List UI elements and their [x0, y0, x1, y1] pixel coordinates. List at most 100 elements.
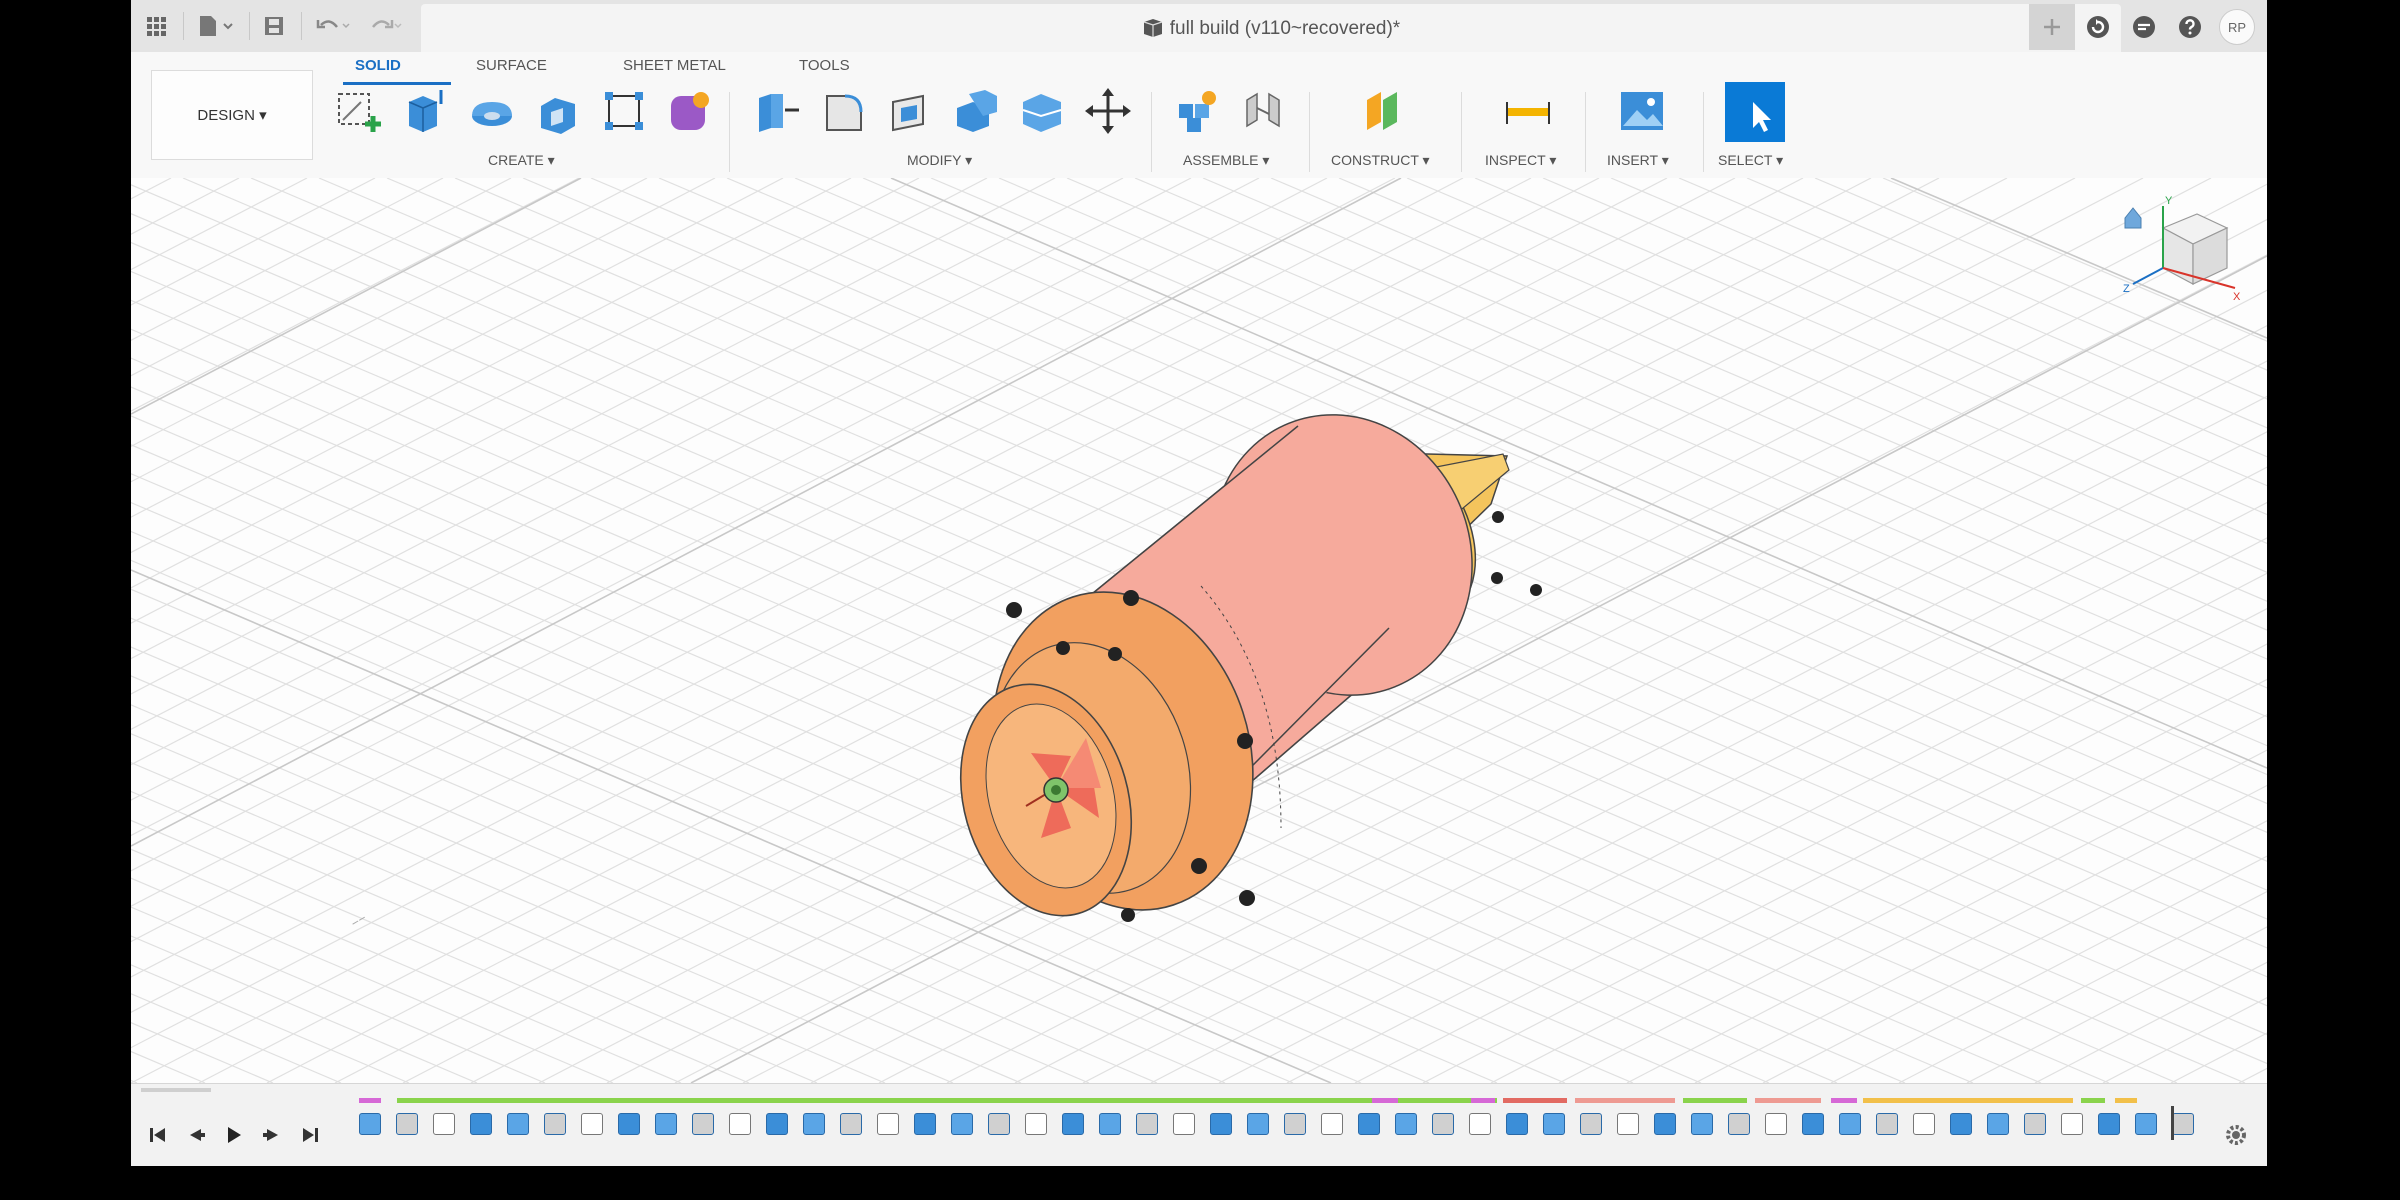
- timeline-feature-icon[interactable]: [1913, 1113, 1935, 1135]
- timeline-feature-icon[interactable]: [2172, 1113, 2194, 1135]
- measure-icon[interactable]: [1503, 86, 1553, 136]
- combine-icon[interactable]: [951, 86, 1001, 136]
- timeline-feature-icon[interactable]: [1728, 1113, 1750, 1135]
- redo-icon[interactable]: [361, 10, 409, 42]
- timeline-feature-icon[interactable]: [1136, 1113, 1158, 1135]
- timeline-feature-icon[interactable]: [1025, 1113, 1047, 1135]
- timeline-feature-icon[interactable]: [766, 1113, 788, 1135]
- new-component-icon[interactable]: [1173, 86, 1223, 136]
- timeline-feature-icon[interactable]: [988, 1113, 1010, 1135]
- timeline-handle[interactable]: [141, 1088, 211, 1092]
- create-sketch-icon[interactable]: [333, 86, 383, 136]
- shell-icon[interactable]: [885, 86, 935, 136]
- offset-plane-icon[interactable]: [1359, 86, 1409, 136]
- press-pull-icon[interactable]: [753, 86, 803, 136]
- engine-model[interactable]: [935, 375, 1542, 944]
- form-icon[interactable]: [665, 86, 715, 136]
- timeline-feature-icon[interactable]: [914, 1113, 936, 1135]
- insert-menu[interactable]: INSERT ▾: [1607, 152, 1669, 169]
- timeline-feature-icon[interactable]: [1210, 1113, 1232, 1135]
- avatar[interactable]: RP: [2219, 9, 2255, 45]
- timeline-marker[interactable]: [2171, 1106, 2174, 1140]
- fillet-icon[interactable]: [819, 86, 869, 136]
- timeline-feature-icon[interactable]: [1691, 1113, 1713, 1135]
- skip-to-end-icon[interactable]: [297, 1122, 323, 1148]
- refresh-icon[interactable]: [2075, 4, 2121, 50]
- construct-menu[interactable]: CONSTRUCT ▾: [1331, 152, 1430, 169]
- add-tab-icon[interactable]: [2029, 4, 2075, 50]
- timeline-feature-icon[interactable]: [544, 1113, 566, 1135]
- timeline-feature-icon[interactable]: [1950, 1113, 1972, 1135]
- help-icon[interactable]: [2167, 4, 2213, 50]
- timeline-feature-icon[interactable]: [877, 1113, 899, 1135]
- undo-icon[interactable]: [309, 10, 357, 42]
- move-icon[interactable]: [1083, 86, 1133, 136]
- timeline-feature-icon[interactable]: [359, 1113, 381, 1135]
- select-menu[interactable]: SELECT ▾: [1718, 152, 1783, 169]
- rectangular-pattern-icon[interactable]: [599, 86, 649, 136]
- timeline-feature-icon[interactable]: [1543, 1113, 1565, 1135]
- timeline-feature-icon[interactable]: [1876, 1113, 1898, 1135]
- timeline-feature-icon[interactable]: [1617, 1113, 1639, 1135]
- timeline-feature-icon[interactable]: [2024, 1113, 2046, 1135]
- play-icon[interactable]: [221, 1122, 247, 1148]
- timeline-feature-icon[interactable]: [470, 1113, 492, 1135]
- timeline-feature-icon[interactable]: [1432, 1113, 1454, 1135]
- canvas-viewport[interactable]: −− Y Z X: [131, 178, 2267, 1083]
- timeline-feature-icon[interactable]: [692, 1113, 714, 1135]
- timeline-feature-icon[interactable]: [1802, 1113, 1824, 1135]
- timeline-feature-icon[interactable]: [1765, 1113, 1787, 1135]
- timeline-feature-icon[interactable]: [1469, 1113, 1491, 1135]
- timeline-feature-icon[interactable]: [1173, 1113, 1195, 1135]
- timeline-feature-icon[interactable]: [729, 1113, 751, 1135]
- view-cube[interactable]: Y Z X: [2103, 188, 2243, 328]
- step-forward-icon[interactable]: [259, 1122, 285, 1148]
- timeline-feature-icon[interactable]: [2135, 1113, 2157, 1135]
- timeline-feature-icon[interactable]: [1395, 1113, 1417, 1135]
- revolve-icon[interactable]: [467, 86, 517, 136]
- offset-face-icon[interactable]: [1017, 86, 1067, 136]
- timeline-feature-icon[interactable]: [1654, 1113, 1676, 1135]
- timeline-feature-icon[interactable]: [2098, 1113, 2120, 1135]
- timeline-feature-icon[interactable]: [507, 1113, 529, 1135]
- timeline-feature-icon[interactable]: [581, 1113, 603, 1135]
- timeline-feature-icon[interactable]: [2061, 1113, 2083, 1135]
- timeline-feature-icon[interactable]: [1284, 1113, 1306, 1135]
- tab-sheet-metal[interactable]: SHEET METAL: [623, 57, 726, 74]
- save-icon[interactable]: [257, 10, 291, 42]
- timeline-feature-icon[interactable]: [840, 1113, 862, 1135]
- notifications-icon[interactable]: [2121, 4, 2167, 50]
- create-menu[interactable]: CREATE ▾: [488, 152, 555, 169]
- modify-menu[interactable]: MODIFY ▾: [907, 152, 972, 169]
- assemble-menu[interactable]: ASSEMBLE ▾: [1183, 152, 1269, 169]
- timeline-feature-icon[interactable]: [1062, 1113, 1084, 1135]
- tab-solid[interactable]: SOLID: [355, 57, 401, 74]
- inspect-menu[interactable]: INSPECT ▾: [1485, 152, 1556, 169]
- timeline-feature-icon[interactable]: [1099, 1113, 1121, 1135]
- select-cursor-icon[interactable]: [1725, 82, 1785, 142]
- tab-surface[interactable]: SURFACE: [476, 57, 547, 74]
- grid-menu-icon[interactable]: [139, 10, 173, 42]
- timeline-feature-icon[interactable]: [1839, 1113, 1861, 1135]
- insert-image-icon[interactable]: [1617, 86, 1667, 136]
- gear-icon[interactable]: [2223, 1122, 2249, 1148]
- timeline-feature-icon[interactable]: [951, 1113, 973, 1135]
- timeline-feature-icon[interactable]: [618, 1113, 640, 1135]
- timeline-feature-icon[interactable]: [396, 1113, 418, 1135]
- timeline-feature-icon[interactable]: [1358, 1113, 1380, 1135]
- timeline-feature-icon[interactable]: [1580, 1113, 1602, 1135]
- timeline-feature-icon[interactable]: [1506, 1113, 1528, 1135]
- file-icon[interactable]: [191, 10, 239, 42]
- timeline-feature-icon[interactable]: [655, 1113, 677, 1135]
- timeline-feature-icon[interactable]: [1247, 1113, 1269, 1135]
- skip-to-start-icon[interactable]: [145, 1122, 171, 1148]
- document-tab[interactable]: full build (v110~recovered)* ×: [421, 4, 2121, 52]
- timeline-feature-icon[interactable]: [433, 1113, 455, 1135]
- extrude-icon[interactable]: [401, 86, 451, 136]
- sweep-icon[interactable]: [533, 86, 583, 136]
- timeline-feature-icon[interactable]: [803, 1113, 825, 1135]
- workspace-switcher[interactable]: DESIGN ▾: [151, 70, 313, 160]
- step-back-icon[interactable]: [183, 1122, 209, 1148]
- timeline-feature-icon[interactable]: [1321, 1113, 1343, 1135]
- timeline-feature-icon[interactable]: [1987, 1113, 2009, 1135]
